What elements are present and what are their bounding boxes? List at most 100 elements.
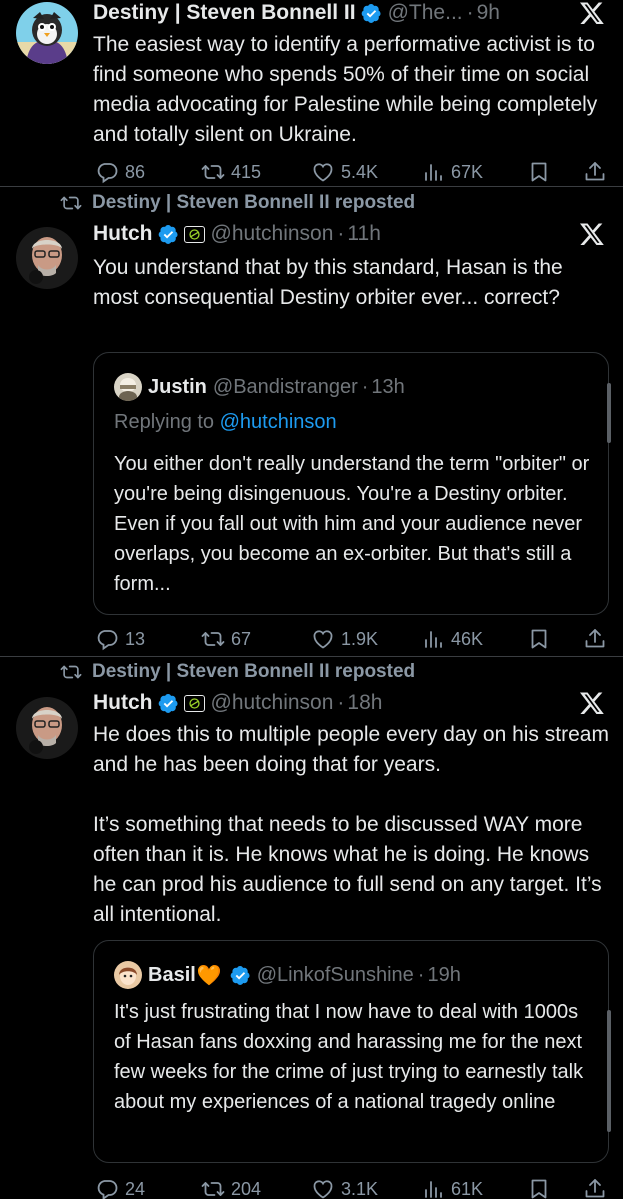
- avatar-hutch[interactable]: [16, 697, 78, 759]
- tweet-1[interactable]: Destiny | Steven Bonnell II @The... · 9h…: [0, 0, 623, 186]
- tweet-2[interactable]: Destiny | Steven Bonnell II reposted Hut…: [0, 187, 623, 656]
- avatar-hutch[interactable]: [16, 227, 78, 289]
- bookmark-icon: [527, 627, 551, 651]
- reply-button[interactable]: 13: [95, 626, 145, 652]
- bookmark-icon: [527, 160, 551, 184]
- views-button[interactable]: 61K: [421, 1176, 483, 1199]
- views-icon: [421, 1177, 445, 1199]
- like-button[interactable]: 5.4K: [311, 159, 378, 185]
- repost-button[interactable]: 67: [201, 626, 251, 652]
- separator: ·: [337, 691, 345, 714]
- separator: ·: [361, 375, 369, 398]
- tweet-3[interactable]: Destiny | Steven Bonnell II reposted Hut…: [0, 657, 623, 1199]
- quote-timestamp: 13h: [371, 375, 405, 398]
- author-handle[interactable]: @hutchinson: [211, 222, 334, 246]
- bookmark-button[interactable]: [527, 159, 557, 185]
- repost-count: 415: [231, 161, 262, 182]
- replying-to-mention[interactable]: @hutchinson: [220, 411, 337, 433]
- bookmark-button[interactable]: [527, 1176, 557, 1199]
- affiliate-badge-icon[interactable]: [183, 225, 205, 243]
- avatar-basil: [114, 961, 142, 989]
- repost-icon: [201, 160, 225, 184]
- avatar-destiny[interactable]: [16, 2, 78, 64]
- share-icon: [583, 627, 607, 651]
- repost-indicator[interactable]: Destiny | Steven Bonnell II reposted: [60, 660, 415, 684]
- quote-timestamp: 19h: [427, 963, 461, 986]
- share-icon: [583, 1177, 607, 1199]
- author-handle[interactable]: @The...: [388, 1, 463, 25]
- tweet-text: He does this to multiple people every da…: [93, 723, 609, 926]
- repost-icon: [201, 627, 225, 651]
- like-count: 1.9K: [341, 628, 379, 649]
- views-button[interactable]: 46K: [421, 626, 483, 652]
- tweet-header: Hutch @hutchinson · 11h: [93, 220, 623, 248]
- like-button[interactable]: 1.9K: [311, 626, 378, 652]
- author-name[interactable]: Hutch: [93, 691, 153, 715]
- action-bar: 24 204 3.1K 61K: [93, 1176, 613, 1199]
- x-logo-icon[interactable]: [579, 221, 605, 247]
- repost-icon: [60, 192, 82, 214]
- quote-author-name: Justin: [148, 375, 207, 398]
- like-button[interactable]: 3.1K: [311, 1176, 378, 1199]
- share-button[interactable]: [583, 159, 613, 185]
- verified-badge-icon: [158, 224, 179, 245]
- views-count: 46K: [451, 628, 484, 649]
- repost-indicator[interactable]: Destiny | Steven Bonnell II reposted: [60, 191, 415, 215]
- quote-header: Justin @Bandistranger · 13h: [114, 373, 405, 401]
- timestamp[interactable]: 9h: [477, 1, 500, 25]
- heart-emoji: 🧡: [196, 964, 222, 987]
- repost-label: Destiny | Steven Bonnell II reposted: [92, 661, 416, 682]
- separator: ·: [417, 963, 425, 986]
- affiliate-badge-icon[interactable]: [183, 694, 205, 712]
- x-logo-icon[interactable]: [579, 0, 605, 26]
- quote-header: Basil 🧡 @LinkofSunshine · 19h: [114, 961, 461, 989]
- views-count: 67K: [451, 161, 484, 182]
- reply-count: 13: [125, 628, 146, 649]
- quote-author-handle: @Bandistranger: [212, 375, 358, 398]
- timestamp[interactable]: 11h: [347, 222, 380, 246]
- repost-count: 204: [231, 1178, 262, 1199]
- author-name[interactable]: Destiny | Steven Bonnell II: [93, 1, 356, 25]
- x-logo-icon[interactable]: [579, 690, 605, 716]
- quoted-tweet[interactable]: Basil 🧡 @LinkofSunshine · 19h It's just …: [93, 940, 609, 1163]
- views-icon: [421, 627, 445, 651]
- replying-to: Replying to @hutchinson: [114, 411, 337, 434]
- views-button[interactable]: 67K: [421, 159, 483, 185]
- avatar-justin: [114, 373, 142, 401]
- action-bar: 86 415 5.4K 67K: [93, 159, 613, 185]
- author-name[interactable]: Hutch: [93, 222, 153, 246]
- share-button[interactable]: [583, 626, 613, 652]
- like-icon: [311, 627, 335, 651]
- share-button[interactable]: [583, 1176, 613, 1199]
- share-icon: [583, 160, 607, 184]
- views-icon: [421, 160, 445, 184]
- reply-icon: [95, 160, 119, 184]
- bookmark-icon: [527, 1177, 551, 1199]
- author-handle[interactable]: @hutchinson: [211, 691, 334, 715]
- like-icon: [311, 1177, 335, 1199]
- repost-button[interactable]: 204: [201, 1176, 261, 1199]
- quote-scrollbar[interactable]: [607, 383, 611, 443]
- quote-text: It's just frustrating that I now have to…: [114, 1001, 589, 1113]
- quote-scrollbar[interactable]: [607, 1010, 611, 1132]
- tweet-header: Destiny | Steven Bonnell II @The... · 9h: [93, 0, 623, 27]
- timestamp[interactable]: 18h: [347, 691, 382, 715]
- quote-author-name: Basil: [148, 963, 196, 986]
- reply-button[interactable]: 86: [95, 159, 145, 185]
- verified-badge-icon: [361, 3, 382, 24]
- action-bar: 13 67 1.9K 46K: [93, 626, 613, 652]
- quoted-tweet[interactable]: Justin @Bandistranger · 13h Replying to …: [93, 352, 609, 615]
- reply-count: 24: [125, 1178, 146, 1199]
- verified-badge-icon: [158, 693, 179, 714]
- tweet-header: Hutch @hutchinson · 18h: [93, 689, 623, 717]
- bookmark-button[interactable]: [527, 626, 557, 652]
- like-count: 3.1K: [341, 1178, 379, 1199]
- like-icon: [311, 160, 335, 184]
- repost-count: 67: [231, 628, 252, 649]
- reply-button[interactable]: 24: [95, 1176, 145, 1199]
- quote-author-handle: @LinkofSunshine: [256, 963, 414, 986]
- reply-icon: [95, 627, 119, 651]
- reply-count: 86: [125, 161, 146, 182]
- repost-icon: [201, 1177, 225, 1199]
- repost-button[interactable]: 415: [201, 159, 261, 185]
